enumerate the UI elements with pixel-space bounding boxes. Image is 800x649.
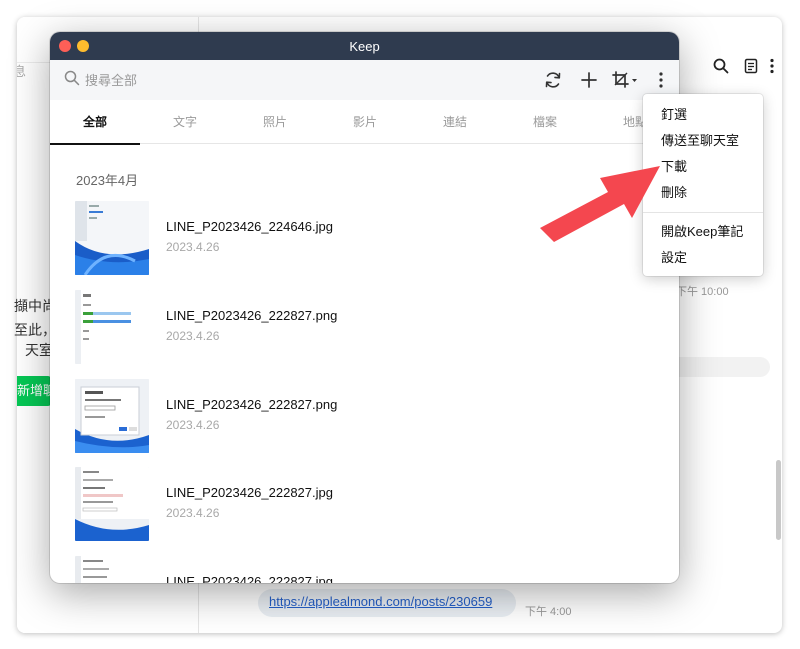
menu-item-delete[interactable]: 刪除 <box>643 180 763 206</box>
menu-item-settings[interactable]: 設定 <box>643 245 763 271</box>
message-time: 下午 10:00 <box>676 286 729 298</box>
file-thumbnail <box>75 556 149 583</box>
message-link[interactable]: https://applealmond.com/posts/230659 <box>269 594 492 609</box>
search-input[interactable] <box>85 72 285 88</box>
tab-links[interactable]: 連結 <box>410 100 500 144</box>
tab-text[interactable]: 文字 <box>140 100 230 144</box>
add-chat-button[interactable]: 新增聊 <box>17 376 51 406</box>
list-item[interactable]: LINE_P2023426_222827.jpg <box>75 556 635 583</box>
message-time: 下午 4:00 <box>525 606 572 618</box>
file-name: LINE_P2023426_222827.jpg <box>166 485 333 500</box>
list-item[interactable]: LINE_P2023426_222827.jpg 2023.4.26 <box>75 467 635 541</box>
notes-icon[interactable] <box>742 58 760 76</box>
menu-item-download[interactable]: 下載 <box>643 154 763 180</box>
list-item[interactable]: LINE_P2023426_222827.png 2023.4.26 <box>75 290 635 364</box>
tab-all[interactable]: 全部 <box>50 100 140 145</box>
more-vertical-icon[interactable] <box>766 58 778 76</box>
window-title: Keep <box>349 39 380 54</box>
search-icon <box>64 70 80 91</box>
chat-scrollbar[interactable] <box>776 460 781 540</box>
list-item[interactable]: LINE_P2023426_222827.png 2023.4.26 <box>75 379 635 453</box>
file-date: 2023.4.26 <box>166 506 220 520</box>
crop-icon[interactable] <box>610 69 640 91</box>
file-thumbnail <box>75 201 149 275</box>
search-icon[interactable] <box>712 58 730 76</box>
keep-window: Keep 全部 文字 照片 影片 連結 檔案 地點 2023年4月 <box>50 32 679 583</box>
menu-item-send-to-chat[interactable]: 傳送至聊天室 <box>643 128 763 154</box>
file-name: LINE_P2023426_222827.png <box>166 397 338 412</box>
file-name: LINE_P2023426_222827.png <box>166 308 338 323</box>
more-options-menu: 釘選 傳送至聊天室 下載 刪除 開啟Keep筆記 設定 <box>643 94 763 276</box>
tab-videos[interactable]: 影片 <box>320 100 410 144</box>
file-thumbnail <box>75 290 149 364</box>
file-date: 2023.4.26 <box>166 418 220 432</box>
refresh-icon[interactable] <box>542 69 564 91</box>
menu-item-pin[interactable]: 釘選 <box>643 102 763 128</box>
file-thumbnail <box>75 467 149 541</box>
plus-icon[interactable] <box>578 69 600 91</box>
tab-files[interactable]: 檔案 <box>500 100 590 144</box>
file-list: 2023年4月 LINE_P2023426_224646.jpg 2023.4.… <box>50 144 679 583</box>
keep-titlebar: Keep <box>50 32 679 60</box>
keep-toolbar <box>50 60 679 100</box>
file-name: LINE_P2023426_222827.jpg <box>166 574 333 583</box>
menu-item-open-keep-notes[interactable]: 開啟Keep筆記 <box>643 219 763 245</box>
file-date: 2023.4.26 <box>166 240 220 254</box>
file-thumbnail <box>75 379 149 453</box>
chat-list-search-fragment: 息 <box>17 64 27 79</box>
search-box[interactable] <box>64 70 285 90</box>
tab-photos[interactable]: 照片 <box>230 100 320 144</box>
more-vertical-icon[interactable] <box>650 69 672 91</box>
file-date: 2023.4.26 <box>166 329 220 343</box>
category-tabs: 全部 文字 照片 影片 連結 檔案 地點 <box>50 100 679 145</box>
file-name: LINE_P2023426_224646.jpg <box>166 219 333 234</box>
menu-divider <box>643 212 763 213</box>
month-header: 2023年4月 <box>76 173 139 188</box>
list-item[interactable]: LINE_P2023426_224646.jpg 2023.4.26 <box>75 201 635 275</box>
